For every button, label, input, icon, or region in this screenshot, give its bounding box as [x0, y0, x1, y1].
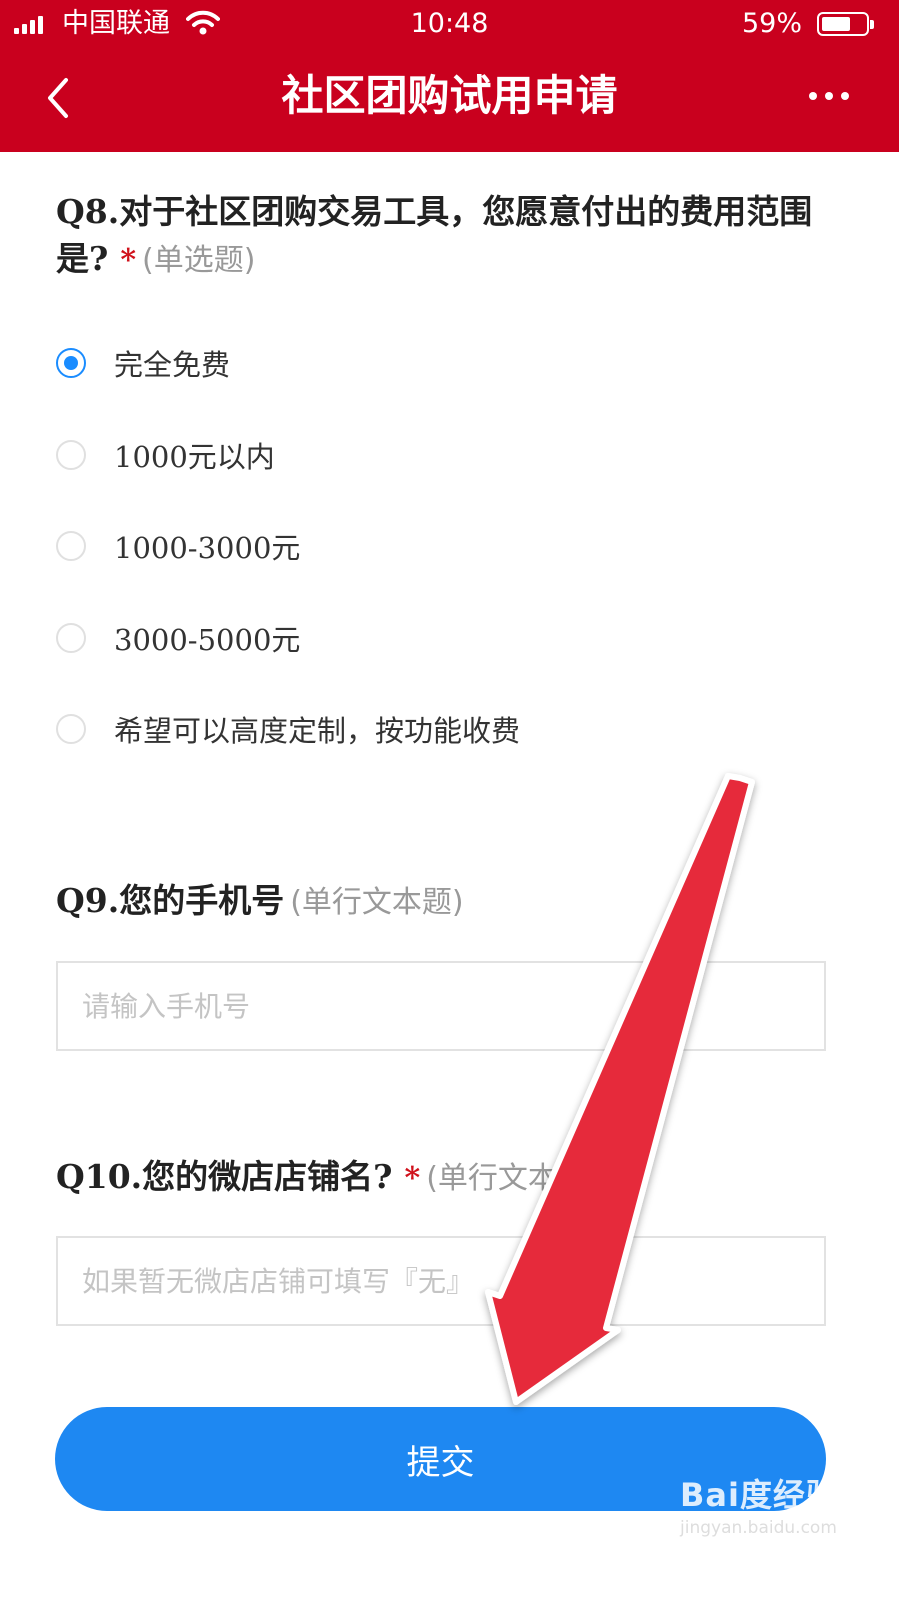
q8-option-label: 1000元以内: [114, 440, 275, 474]
q8-option-3[interactable]: 1000-3000元: [56, 521, 300, 571]
question-8-type-hint: (单选题): [142, 243, 256, 278]
question-8-title: Q8.对于社区团购交易工具，您愿意付出的费用范围是? * (单选题): [56, 188, 846, 284]
more-options-button[interactable]: [809, 92, 849, 100]
phone-number-input[interactable]: [56, 961, 826, 1051]
radio-unchecked-icon[interactable]: [56, 440, 86, 470]
q8-option-label: 完全免费: [114, 348, 231, 382]
status-bar: 中国联通 10:48 59%: [0, 0, 899, 50]
q8-option-label: 3000-5000元: [114, 623, 301, 657]
question-10-type-hint: (单行文本题): [426, 1161, 600, 1196]
q8-option-2[interactable]: 1000元以内: [56, 430, 275, 480]
required-mark: *: [404, 1161, 421, 1196]
more-dot-icon: [841, 92, 849, 100]
required-mark: *: [120, 243, 137, 278]
radio-checked-icon[interactable]: [56, 348, 86, 378]
page-title: 社区团购试用申请: [281, 71, 618, 120]
question-9-type-hint: (单行文本题): [290, 885, 464, 920]
radio-unchecked-icon[interactable]: [56, 531, 86, 561]
question-10-title: Q10.您的微店店铺名? * (单行文本题): [56, 1153, 846, 1202]
q8-option-5[interactable]: 希望可以高度定制，按功能收费: [56, 704, 520, 754]
q8-option-1[interactable]: 完全免费: [56, 338, 230, 388]
question-9-text: Q9.您的手机号: [56, 881, 285, 920]
question-10-text: Q10.您的微店店铺名?: [56, 1157, 393, 1196]
q8-option-4[interactable]: 3000-5000元: [56, 613, 300, 663]
battery-percent: 59%: [741, 8, 802, 39]
watermark-url: jingyan.baidu.com: [680, 1518, 837, 1538]
shop-name-input[interactable]: [56, 1236, 826, 1326]
radio-unchecked-icon[interactable]: [56, 623, 86, 653]
battery-icon: [817, 12, 874, 36]
q8-option-label: 希望可以高度定制，按功能收费: [114, 714, 521, 748]
question-9-title: Q9.您的手机号 (单行文本题): [56, 877, 846, 926]
q8-option-label: 1000-3000元: [114, 531, 301, 565]
watermark: Bai度经验 jingyan.baidu.com: [680, 1470, 839, 1538]
more-dot-icon: [809, 92, 817, 100]
watermark-logo: Bai度经验: [680, 1476, 839, 1514]
app-header: 中国联通 10:48 59% 社区团购试用申请: [0, 0, 899, 152]
more-dot-icon: [825, 92, 833, 100]
radio-unchecked-icon[interactable]: [56, 714, 86, 744]
